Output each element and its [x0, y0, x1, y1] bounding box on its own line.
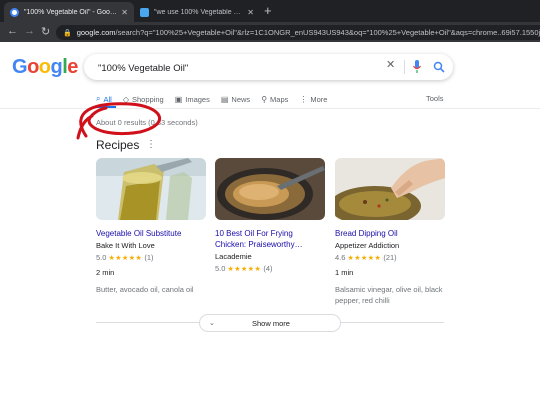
- browser-tab-active[interactable]: "100% Vegetable Oil" - Google S ✕: [4, 2, 134, 22]
- logo-letter: g: [50, 56, 63, 78]
- recipe-ingredients: Butter, avocado oil, canola oil: [96, 285, 194, 294]
- recipe-rating: 5.0 ★★★★★ (1): [96, 253, 206, 262]
- review-count: (1): [144, 253, 154, 262]
- bing-favicon-icon: [140, 7, 149, 17]
- tools-button[interactable]: Tools: [426, 94, 444, 103]
- recipe-ingredients: Balsamic vinegar, olive oil, black peppe…: [335, 285, 443, 305]
- star-icon: ★★★★★: [227, 265, 262, 273]
- recipe-rating: 4.6 ★★★★★ (21): [335, 253, 445, 262]
- google-favicon-icon: [10, 7, 19, 17]
- image-icon: ▣: [174, 94, 183, 104]
- more-icon: ⋮: [299, 94, 308, 104]
- lock-icon: 🔒: [63, 29, 72, 37]
- search-input[interactable]: [96, 57, 380, 79]
- clear-icon[interactable]: ✕: [386, 58, 395, 71]
- recipe-source: Bake It With Love: [96, 241, 155, 250]
- logo-letter: G: [12, 56, 28, 78]
- logo-letter: o: [38, 56, 51, 78]
- review-count: (21): [383, 253, 397, 262]
- recipe-rating: 5.0 ★★★★★ (4): [215, 264, 325, 273]
- recipes-heading: Recipes: [96, 138, 140, 152]
- rating-value: 5.0: [96, 253, 107, 262]
- recipe-time: 2 min: [96, 268, 115, 277]
- new-tab-button[interactable]: +: [264, 3, 272, 18]
- tab-all[interactable]: ⌕ All: [96, 94, 112, 104]
- tag-icon: ◇: [122, 94, 129, 104]
- recipe-image-dipping-oil: [335, 158, 445, 220]
- tab-label: News: [231, 94, 251, 104]
- recipe-card[interactable]: 10 Best Oil For Frying Chicken: Praisewo…: [215, 158, 325, 273]
- search-tabs: ⌕ All ◇ Shopping ▣ Images ▤ News ⚲ Maps ⋮ More: [96, 94, 338, 104]
- recipe-source: Appetizer Addiction: [335, 241, 400, 250]
- search-icon: ⌕: [96, 94, 101, 103]
- back-arrow-icon[interactable]: ←: [7, 25, 18, 37]
- browser-toolbar: ← → ↻ 🔒 google.com/search?q="100%25+Vege…: [0, 22, 540, 42]
- recipe-title[interactable]: 10 Best Oil For Frying Chicken: Praisewo…: [215, 228, 325, 250]
- url-path: /search?q="100%25+Vegetable+Oil"&rlz=1C1…: [115, 28, 540, 37]
- review-count: (4): [263, 264, 273, 273]
- close-icon[interactable]: ✕: [121, 8, 128, 17]
- recipe-card[interactable]: Bread Dipping Oil Appetizer Addiction 4.…: [335, 158, 445, 306]
- close-icon[interactable]: ✕: [247, 8, 254, 17]
- tab-label: Maps: [270, 94, 289, 104]
- tab-maps[interactable]: ⚲ Maps: [261, 94, 288, 104]
- browser-tab-strip: "100% Vegetable Oil" - Google S ✕ "we us…: [0, 0, 540, 22]
- forward-arrow-icon[interactable]: →: [24, 25, 35, 37]
- google-logo[interactable]: Google: [12, 56, 78, 79]
- tab-label: More: [310, 94, 328, 104]
- recipe-image-oil-bottle: [96, 158, 206, 220]
- browser-tab-inactive[interactable]: "we use 100% Vegetable Oil" - S ✕: [134, 2, 260, 22]
- star-icon: ★★★★★: [108, 254, 143, 262]
- microphone-icon[interactable]: [412, 59, 422, 75]
- tab-label: Shopping: [131, 94, 164, 104]
- tab-label: Images: [185, 94, 210, 104]
- logo-letter: e: [67, 56, 78, 78]
- recipe-title[interactable]: Vegetable Oil Substitute: [96, 228, 206, 239]
- logo-letter: o: [27, 56, 39, 78]
- rating-value: 4.6: [335, 253, 346, 262]
- recipe-image-fried-chicken: [215, 158, 325, 220]
- show-more-button[interactable]: ⌄ Show more: [199, 314, 341, 332]
- search-box-divider: [404, 60, 405, 74]
- url-host: google.com: [76, 28, 116, 37]
- tab-shopping[interactable]: ◇ Shopping: [123, 94, 164, 104]
- search-icon[interactable]: [433, 61, 445, 73]
- header-divider: [0, 108, 540, 109]
- recipe-card[interactable]: Vegetable Oil Substitute Bake It With Lo…: [96, 158, 206, 295]
- recipe-time: 1 min: [335, 268, 354, 277]
- more-options-icon[interactable]: ⋮: [146, 139, 156, 150]
- address-bar[interactable]: 🔒 google.com/search?q="100%25+Vegetable+…: [56, 25, 540, 40]
- recipe-title[interactable]: Bread Dipping Oil: [335, 228, 445, 239]
- reload-icon[interactable]: ↻: [41, 25, 50, 38]
- result-stats: About 0 results (0.33 seconds): [96, 118, 198, 127]
- star-icon: ★★★★★: [347, 254, 382, 262]
- pin-icon: ⚲: [261, 94, 268, 104]
- tab-more[interactable]: ⋮ More: [299, 94, 327, 104]
- search-box: ✕: [84, 54, 453, 80]
- tab-images[interactable]: ▣ Images: [175, 94, 210, 104]
- rating-value: 5.0: [215, 264, 226, 273]
- tab-news[interactable]: ▤ News: [221, 94, 250, 104]
- browser-tab-title: "we use 100% Vegetable Oil" - S: [154, 8, 243, 16]
- browser-tab-title: "100% Vegetable Oil" - Google S: [24, 8, 118, 16]
- tab-label: All: [103, 94, 112, 104]
- chevron-down-icon: ⌄: [209, 320, 215, 327]
- recipe-source: Lacademie: [215, 252, 252, 261]
- show-more-label: Show more: [252, 318, 290, 328]
- news-icon: ▤: [220, 94, 229, 104]
